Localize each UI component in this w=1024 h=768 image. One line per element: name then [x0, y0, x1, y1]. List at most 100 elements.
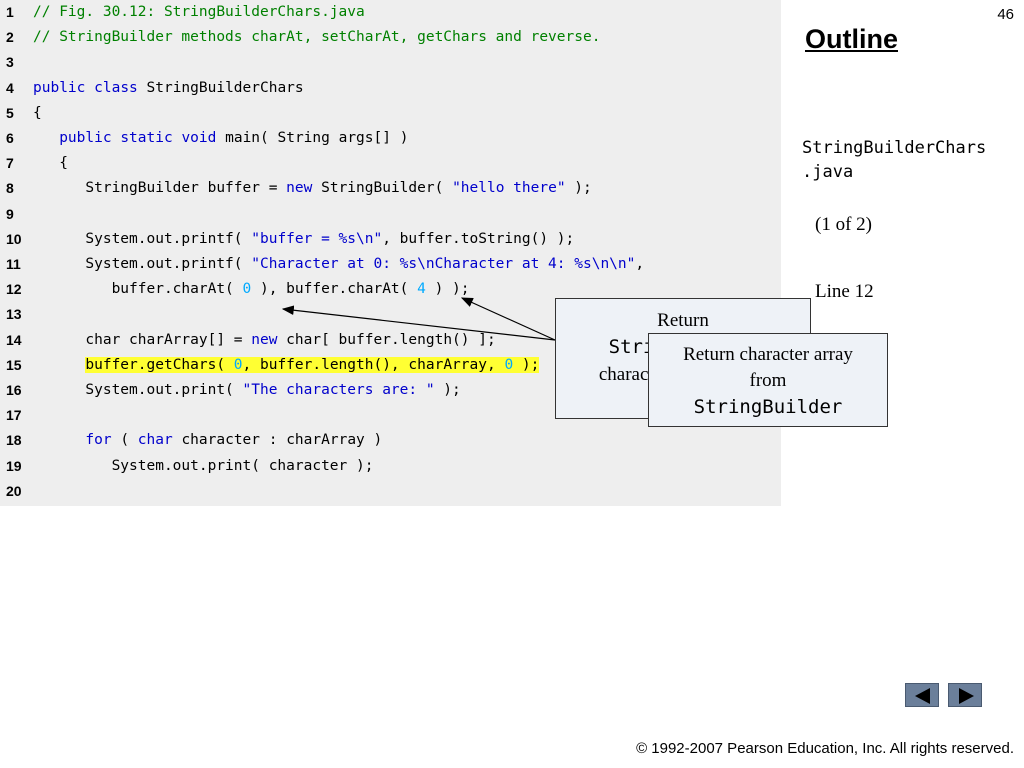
line-number: 17 — [6, 407, 22, 424]
code-line: 1 // Fig. 30.12: StringBuilderChars.java — [0, 0, 781, 25]
line-number: 6 — [6, 130, 14, 146]
code-token: 0 — [233, 356, 243, 373]
code-token: buffer.getChars( — [85, 356, 234, 373]
code-line: 2 // StringBuilder methods charAt, setCha… — [0, 25, 781, 50]
line-number: 10 — [6, 230, 22, 247]
code-token: public — [33, 79, 86, 96]
code-text: StringBuilder buffer = new StringBuilder… — [33, 176, 592, 201]
outline-title[interactable]: Outline — [805, 24, 898, 55]
code-text: // Fig. 30.12: StringBuilderChars.java — [33, 0, 365, 25]
page-number: 46 — [997, 6, 1014, 23]
part-label: (1 of 2) — [815, 214, 872, 235]
code-token: System.out.print( character ); — [33, 457, 374, 474]
line-number: 8 — [6, 180, 14, 197]
code-token: char[ buffer.length() ]; — [277, 331, 496, 348]
line-number: 7 — [6, 155, 14, 172]
code-token: ), buffer.charAt( — [251, 281, 418, 298]
code-line: 20 — [0, 479, 781, 504]
code-text: buffer.charAt( 0 ), buffer.charAt( 4 ) )… — [33, 277, 470, 302]
code-token: { — [33, 104, 42, 121]
callout-getchars-line-2: from — [749, 370, 787, 391]
code-token: ); — [565, 180, 592, 197]
code-line: 19 System.out.print( character ); — [0, 454, 781, 479]
code-token: 0 — [242, 281, 252, 298]
code-token: character : charArray ) — [172, 432, 383, 449]
code-line: 4 public class StringBuilderChars — [0, 76, 781, 101]
code-token: char — [137, 432, 173, 449]
code-line: 7 { — [0, 151, 781, 176]
code-line: 9 — [0, 202, 781, 227]
code-token: // Fig. 30.12: StringBuilderChars.java — [33, 4, 365, 20]
line-label: Line 12 — [815, 281, 874, 302]
code-token: char charArray[] = — [33, 331, 252, 348]
code-line: 11 System.out.printf( "Character at 0: %… — [0, 252, 781, 277]
line-number: 11 — [6, 256, 21, 272]
code-token: , buffer.length(), charArray, — [242, 356, 505, 373]
line-number: 20 — [6, 482, 22, 499]
line-number: 18 — [6, 432, 22, 449]
line-number: 9 — [6, 205, 14, 222]
code-token: static — [120, 130, 173, 146]
code-line: 18 for ( char character : charArray ) — [0, 428, 781, 453]
code-token: "buffer = %s\n" — [251, 230, 383, 247]
code-token: StringBuilder buffer = — [33, 180, 287, 197]
code-text: public static void main( String args[] ) — [33, 126, 408, 151]
code-token: 4 — [417, 281, 426, 298]
code-token: new — [251, 331, 278, 348]
code-line: 10 System.out.printf( "buffer = %s\n", b… — [0, 227, 781, 252]
next-slide-button[interactable] — [948, 683, 982, 707]
callout-getchars: Return character array from StringBuilde… — [648, 333, 888, 427]
code-line: 3 — [0, 50, 781, 75]
code-token: class — [94, 79, 138, 96]
triangle-right-icon — [959, 688, 974, 704]
previous-slide-button[interactable] — [905, 683, 939, 707]
code-token: ) ); — [425, 281, 470, 298]
code-text: System.out.printf( "Character at 0: %s\n… — [33, 252, 644, 277]
code-token: System.out.printf( — [33, 230, 252, 247]
code-token: "The characters are: " — [242, 382, 435, 398]
code-token: void — [181, 130, 217, 146]
code-token: , — [635, 256, 645, 272]
file-name-line-1: StringBuilderChars — [802, 138, 987, 158]
code-token: for — [85, 432, 112, 449]
code-text: buffer.getChars( 0, buffer.length(), cha… — [33, 353, 540, 378]
code-text: System.out.print( "The characters are: "… — [33, 378, 460, 403]
code-text: char charArray[] = new char[ buffer.leng… — [33, 328, 496, 353]
line-number: 14 — [6, 331, 22, 348]
code-token: , buffer.toString() ); — [382, 230, 575, 247]
code-token: { — [33, 155, 68, 172]
line-number: 19 — [6, 457, 22, 474]
file-name-line-2: .java — [802, 162, 854, 182]
line-number: 5 — [6, 104, 14, 121]
triangle-left-icon — [915, 688, 930, 704]
copyright-notice: © 1992-2007 Pearson Education, Inc. All … — [636, 740, 1014, 757]
code-line: 8 StringBuilder buffer = new StringBuild… — [0, 176, 781, 201]
code-token: "Character at 0: %s\nCharacter at 4: %s\… — [251, 256, 636, 272]
callout-charat-line-1: Return — [657, 310, 709, 331]
code-text: // StringBuilder methods charAt, setChar… — [33, 25, 600, 50]
code-token: main( String args[] ) — [216, 130, 409, 146]
line-number: 15 — [6, 356, 22, 373]
code-token: new — [286, 180, 313, 197]
code-text: public class StringBuilderChars — [33, 76, 304, 101]
code-token: StringBuilderChars — [137, 79, 304, 96]
line-number: 4 — [6, 79, 14, 96]
code-panel: 1 // Fig. 30.12: StringBuilderChars.java 2… — [0, 0, 781, 506]
code-text: for ( char character : charArray ) — [33, 428, 382, 453]
code-text: { — [33, 151, 68, 176]
code-text: System.out.print( character ); — [33, 454, 374, 479]
code-token: ); — [513, 356, 540, 373]
code-token: System.out.printf( — [33, 256, 252, 272]
code-token: ( — [111, 432, 138, 449]
line-number: 13 — [6, 306, 22, 323]
line-number: 16 — [6, 382, 22, 398]
line-number: 1 — [6, 4, 14, 20]
callout-getchars-line-1: Return character array — [683, 344, 853, 365]
line-number: 3 — [6, 54, 14, 71]
code-line: 6 public static void main( String args[]… — [0, 126, 781, 151]
code-token: buffer.charAt( — [33, 281, 243, 298]
